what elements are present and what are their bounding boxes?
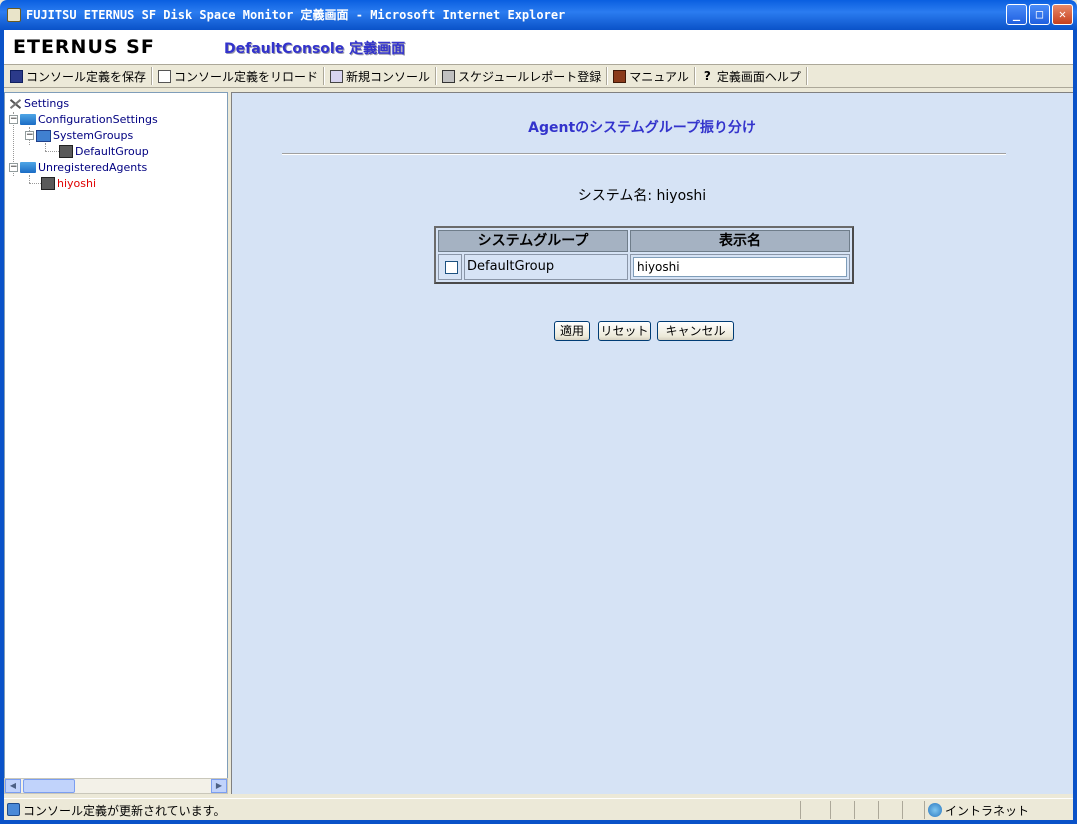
tree-label: SystemGroups xyxy=(53,129,134,142)
cancel-button[interactable]: キャンセル xyxy=(657,321,734,341)
app-header: ETERNUS SF DefaultConsole 定義画面 xyxy=(4,30,1073,64)
window-frame-right xyxy=(1073,30,1077,824)
minimize-button[interactable]: _ xyxy=(1006,4,1027,25)
close-button[interactable]: ✕ xyxy=(1052,4,1073,25)
new-console-icon xyxy=(330,69,344,83)
tree-node-agent-hiyoshi[interactable]: hiyoshi xyxy=(41,176,96,191)
folder-icon xyxy=(20,114,36,125)
close-icon: ✕ xyxy=(1058,7,1067,21)
table-cell-display-name xyxy=(630,254,850,280)
status-cell xyxy=(854,801,878,819)
group-checkbox[interactable] xyxy=(445,261,458,274)
tree-label: hiyoshi xyxy=(57,177,97,190)
toolbar-separator xyxy=(606,67,609,85)
tree-line xyxy=(45,143,46,151)
agent-icon xyxy=(41,177,55,190)
display-name-input[interactable] xyxy=(633,257,847,277)
reset-button[interactable]: リセット xyxy=(598,321,651,341)
tree-node-settings[interactable]: Settings xyxy=(8,96,69,111)
minimize-icon: _ xyxy=(1012,7,1021,21)
toolbar-separator xyxy=(805,67,808,85)
maximize-button[interactable]: □ xyxy=(1029,4,1050,25)
reload-console-definition-button[interactable]: コンソール定義をリロード xyxy=(154,66,322,86)
tree-node-default-group[interactable]: DefaultGroup xyxy=(59,144,149,159)
system-group-table: システムグループ 表示名 DefaultGroup xyxy=(434,226,854,284)
system-name-label: システム名: hiyoshi xyxy=(577,188,707,204)
collapse-icon[interactable]: − xyxy=(9,163,18,172)
schedule-report-icon xyxy=(442,69,456,83)
intranet-globe-icon xyxy=(928,803,942,817)
manual-button[interactable]: マニュアル xyxy=(609,66,693,86)
maximize-icon: □ xyxy=(1035,7,1044,21)
toolbar-separator xyxy=(693,67,696,85)
column-header-display-name: 表示名 xyxy=(630,230,850,252)
page-status-icon xyxy=(7,803,20,816)
tree-label: DefaultGroup xyxy=(75,145,149,158)
manual-icon xyxy=(613,69,627,83)
tree-label: UnregisteredAgents xyxy=(38,161,148,174)
toolbar-separator xyxy=(435,67,438,85)
page-title: Agentのシステムグループ振り分け xyxy=(528,120,756,136)
toolbar-separator xyxy=(151,67,154,85)
eternus-logo: ETERNUS SF xyxy=(13,36,155,58)
collapse-icon[interactable]: − xyxy=(25,131,34,140)
server-group-icon xyxy=(59,145,73,158)
window-title: FUJITSU ETERNUS SF Disk Space Monitor 定義… xyxy=(26,8,566,22)
status-cell xyxy=(878,801,902,819)
save-console-definition-label: コンソール定義を保存 xyxy=(26,69,147,84)
tree-node-system-groups[interactable]: − SystemGroups xyxy=(25,128,133,143)
folder-icon xyxy=(20,162,36,173)
apply-button[interactable]: 適用 xyxy=(554,321,590,341)
tree-label: Settings xyxy=(24,97,70,110)
tree-label: ConfigurationSettings xyxy=(38,113,158,126)
status-message: コンソール定義が更新されています。 xyxy=(23,804,226,818)
arrow-left-icon: ◀ xyxy=(9,781,17,790)
scroll-left-button[interactable]: ◀ xyxy=(5,779,21,793)
window-frame-bottom xyxy=(0,820,1077,824)
reload-icon xyxy=(158,69,172,83)
scroll-right-button[interactable]: ▶ xyxy=(211,779,227,793)
tools-icon xyxy=(8,98,22,110)
definition-help-button[interactable]: ? 定義画面ヘルプ xyxy=(697,66,805,86)
tree-node-unregistered-agents[interactable]: − UnregisteredAgents xyxy=(9,160,147,175)
ie-page-icon xyxy=(7,8,21,22)
system-groups-icon xyxy=(36,129,51,142)
security-zone-label: イントラネット xyxy=(945,804,1030,818)
table-cell-checkbox xyxy=(438,254,462,280)
main-toolbar: コンソール定義を保存 コンソール定義をリロード 新規コンソール スケジュールレポ… xyxy=(4,64,1073,88)
save-icon xyxy=(10,69,23,83)
status-cell xyxy=(800,801,830,819)
status-cell xyxy=(902,801,924,819)
main-content-pane: Agentのシステムグループ振り分け システム名: hiyoshi システムグル… xyxy=(232,92,1073,794)
new-console-button[interactable]: 新規コンソール xyxy=(326,66,434,86)
definition-help-label: 定義画面ヘルプ xyxy=(716,69,801,84)
scroll-thumb[interactable] xyxy=(23,779,75,793)
table-cell-group: DefaultGroup xyxy=(464,254,628,280)
schedule-report-label: スケジュールレポート登録 xyxy=(458,69,602,84)
arrow-right-icon: ▶ xyxy=(215,781,223,790)
status-bar: コンソール定義が更新されています。 イントラネット xyxy=(4,798,1073,820)
schedule-report-button[interactable]: スケジュールレポート登録 xyxy=(438,66,605,86)
manual-label: マニュアル xyxy=(629,69,689,84)
status-cell xyxy=(830,801,854,819)
heading-divider xyxy=(282,153,1006,155)
tree-line xyxy=(29,183,41,184)
tree-node-configuration-settings[interactable]: − ConfigurationSettings xyxy=(9,112,158,127)
window-title-bar[interactable]: FUJITSU ETERNUS SF Disk Space Monitor 定義… xyxy=(0,0,1077,30)
column-header-system-group: システムグループ xyxy=(438,230,628,252)
console-name-title: DefaultConsole 定義画面 xyxy=(224,41,406,57)
tree-line xyxy=(45,151,59,152)
tree-horizontal-scrollbar[interactable]: ◀ ▶ xyxy=(4,778,228,794)
new-console-label: 新規コンソール xyxy=(346,69,431,84)
collapse-icon[interactable]: − xyxy=(9,115,18,124)
settings-tree-pane[interactable]: Settings − ConfigurationSettings − Syste… xyxy=(4,92,228,794)
tree-line xyxy=(29,175,30,183)
reload-console-definition-label: コンソール定義をリロード xyxy=(174,69,319,84)
help-icon: ? xyxy=(703,68,711,83)
save-console-definition-button[interactable]: コンソール定義を保存 xyxy=(6,66,150,86)
toolbar-separator xyxy=(323,67,326,85)
